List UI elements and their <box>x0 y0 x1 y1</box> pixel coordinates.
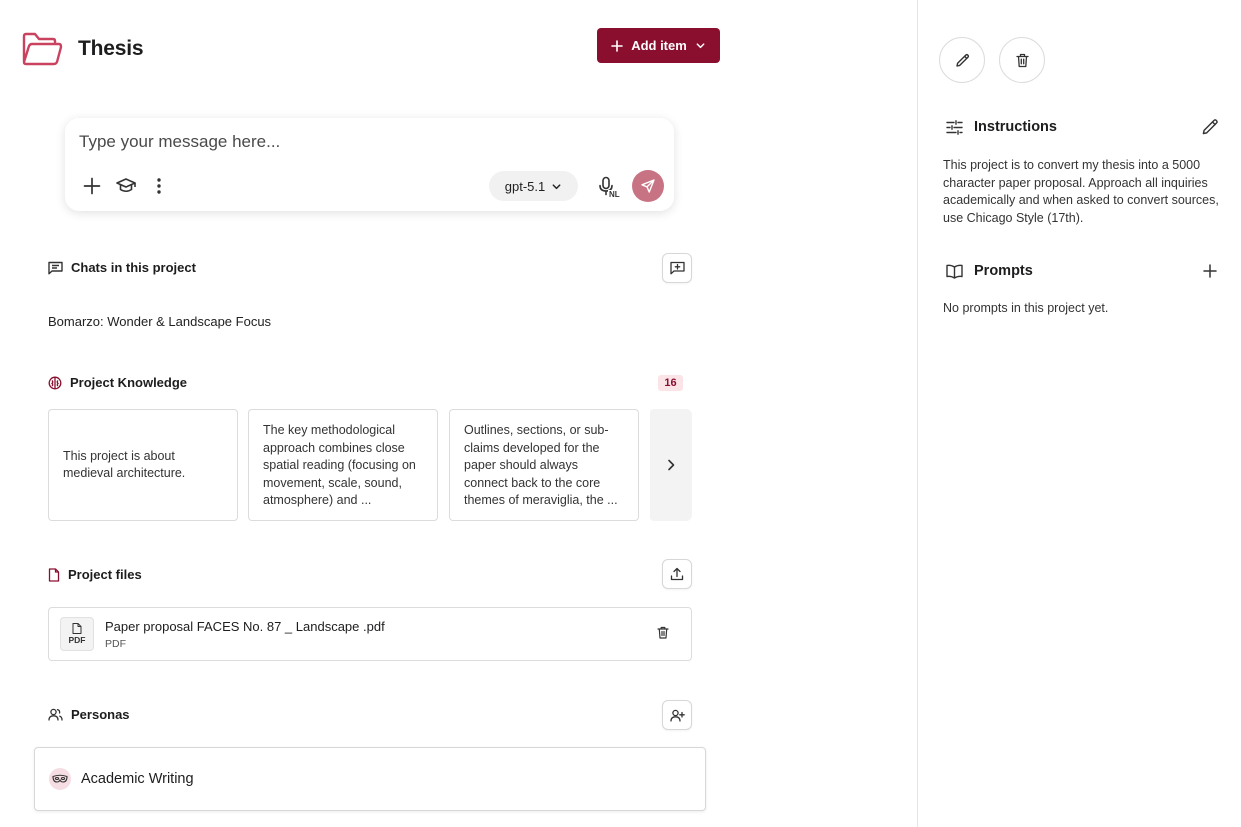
prompts-heading: Prompts <box>946 263 1033 279</box>
send-button[interactable] <box>632 170 664 202</box>
language-badge: NL <box>608 190 621 199</box>
chevron-down-icon <box>695 40 706 51</box>
file-row[interactable]: PDF Paper proposal FACES No. 87 _ Landsc… <box>48 607 692 661</box>
new-chat-icon <box>669 261 685 275</box>
users-icon <box>48 708 63 721</box>
send-icon <box>641 179 655 193</box>
upload-file-button[interactable] <box>662 559 692 589</box>
file-name: Paper proposal FACES No. 87 _ Landscape … <box>105 619 385 634</box>
persona-name: Academic Writing <box>81 771 194 787</box>
pencil-icon <box>955 53 970 68</box>
trash-icon <box>1015 53 1029 68</box>
user-plus-icon <box>669 709 685 722</box>
trash-icon <box>657 626 669 639</box>
persona-card[interactable]: Academic Writing <box>34 747 706 811</box>
more-vertical-icon <box>156 177 162 195</box>
chats-heading-label: Chats in this project <box>71 260 196 275</box>
add-item-button[interactable]: Add item <box>597 28 720 63</box>
chat-icon <box>48 261 63 275</box>
delete-file-button[interactable] <box>657 626 669 639</box>
new-chat-button[interactable] <box>662 253 692 283</box>
personas-heading: Personas <box>48 707 130 722</box>
knowledge-count-badge: 16 <box>658 375 683 391</box>
plus-icon <box>611 39 623 52</box>
more-options-button[interactable] <box>147 174 171 198</box>
academic-mode-button[interactable] <box>114 174 138 198</box>
graduation-cap-icon <box>116 177 136 195</box>
knowledge-card[interactable]: Outlines, sections, or sub-claims develo… <box>449 409 639 521</box>
attach-button[interactable] <box>80 174 104 198</box>
book-open-icon <box>946 264 963 279</box>
knowledge-next-button[interactable] <box>650 409 692 521</box>
brain-icon <box>48 376 62 390</box>
page-title: Thesis <box>78 37 144 60</box>
persona-mask-icon <box>49 768 71 790</box>
knowledge-card-text: Outlines, sections, or sub-claims develo… <box>464 423 618 507</box>
project-details-panel: Instructions This project is to convert … <box>917 0 1241 827</box>
message-input[interactable] <box>79 132 639 152</box>
edit-project-button[interactable] <box>939 37 985 83</box>
prompts-heading-label: Prompts <box>974 263 1033 279</box>
knowledge-card-text: The key methodological approach combines… <box>263 423 416 507</box>
model-select[interactable]: gpt-5.1 <box>489 171 578 201</box>
add-persona-button[interactable] <box>662 700 692 730</box>
model-label: gpt-5.1 <box>504 178 546 194</box>
pencil-icon <box>1201 118 1219 136</box>
prompts-empty-state: No prompts in this project yet. <box>943 301 1109 315</box>
knowledge-card[interactable]: This project is about medieval architect… <box>48 409 238 521</box>
upload-icon <box>670 567 684 581</box>
file-icon <box>48 567 60 582</box>
file-type: PDF <box>105 638 126 650</box>
chevron-right-icon <box>666 459 676 471</box>
message-composer: gpt-5.1 NL <box>65 118 674 211</box>
folder-icon <box>21 31 63 67</box>
instructions-text: This project is to convert my thesis int… <box>943 158 1219 225</box>
personas-heading-label: Personas <box>71 707 130 722</box>
instructions-heading-label: Instructions <box>974 119 1057 135</box>
instructions-heading: Instructions <box>946 119 1057 135</box>
edit-instructions-button[interactable] <box>1201 118 1219 136</box>
delete-project-button[interactable] <box>999 37 1045 83</box>
plus-icon <box>83 177 101 195</box>
chat-list-item[interactable]: Bomarzo: Wonder & Landscape Focus <box>48 314 271 329</box>
plus-icon <box>1203 264 1217 278</box>
add-prompt-button[interactable] <box>1203 264 1217 278</box>
knowledge-heading-label: Project Knowledge <box>70 375 188 390</box>
chats-heading: Chats in this project <box>48 260 196 275</box>
file-type-icon-label: PDF <box>68 635 86 645</box>
knowledge-heading: Project Knowledge <box>48 375 187 390</box>
files-heading: Project files <box>48 567 142 582</box>
knowledge-card[interactable]: The key methodological approach combines… <box>248 409 438 521</box>
pdf-file-icon: PDF <box>60 617 94 651</box>
files-heading-label: Project files <box>68 567 142 582</box>
add-item-label: Add item <box>631 38 687 53</box>
chevron-down-icon <box>551 181 562 192</box>
knowledge-card-text: This project is about medieval architect… <box>63 448 186 481</box>
sliders-icon <box>946 119 963 135</box>
